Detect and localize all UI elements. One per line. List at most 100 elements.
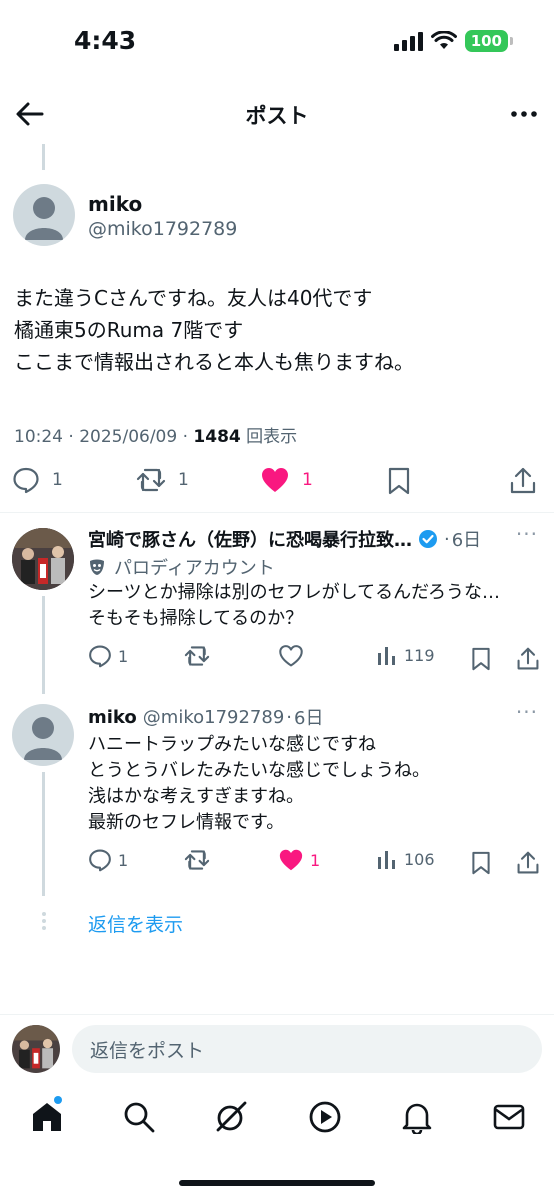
reply-icon	[13, 467, 39, 494]
like-button[interactable]: 1	[260, 466, 313, 494]
status-icons: 100	[393, 30, 514, 52]
avatar[interactable]	[12, 1025, 60, 1073]
view-label[interactable]: 回表示	[246, 427, 297, 447]
post-meta: 10:24 · 2025/06/09 · 1484 回表示	[14, 422, 297, 447]
parody-label: パロディアカウント	[88, 554, 275, 580]
verified-badge-icon	[419, 530, 437, 548]
analytics-bar-icon	[378, 647, 395, 665]
reply-button[interactable]: 1	[88, 848, 128, 872]
author-name[interactable]: miko	[88, 192, 142, 216]
heart-filled-icon	[262, 468, 288, 492]
thread-connector-line	[42, 144, 45, 170]
avatar[interactable]	[12, 528, 74, 590]
view-count: 1484	[193, 427, 241, 447]
reply-text-line: ハニートラップみたいな感じですね	[88, 734, 376, 755]
reply-header: 宮崎で豚さん（佐野）に恐喝暴行拉致… · 6日	[88, 526, 481, 552]
post-text-line: また違うCさんですね。友人は40代です	[14, 286, 373, 310]
reply-count: 1	[118, 850, 129, 870]
post-age: 6日	[294, 708, 324, 729]
reply-text: シーツとか掃除は別のセフレがしてるんだろうな… そもそも掃除してるのか？	[88, 580, 500, 632]
video-play-icon[interactable]	[308, 1100, 342, 1134]
reply-count: 1	[52, 470, 63, 490]
home-indicator	[179, 1180, 375, 1186]
bookmark-icon[interactable]	[470, 646, 492, 672]
repost-button[interactable]	[184, 644, 210, 668]
parody-account-text: パロディアカウント	[114, 558, 275, 579]
post-text-line: 橘通東5のRuma 7階です	[14, 318, 244, 342]
repost-button[interactable]	[184, 848, 210, 872]
view-count: 106	[404, 849, 435, 869]
analytics-bar-icon	[378, 851, 395, 869]
thread-connector-line	[42, 772, 45, 896]
home-icon[interactable]	[30, 1100, 64, 1134]
post-age: 6日	[451, 530, 482, 551]
author-handle[interactable]: @miko1792789	[143, 707, 285, 728]
status-bar: 4:43 100	[0, 0, 554, 80]
like-button[interactable]: 1	[278, 848, 320, 872]
post-text: また違うCさんですね。友人は40代です 橘通東5のRuma 7階です ここまで情…	[14, 282, 414, 378]
repost-button[interactable]: 1	[136, 466, 189, 494]
like-count: 1	[310, 850, 321, 870]
reply-text-line: 浅はかな考えすぎますね。	[88, 786, 304, 807]
share-icon[interactable]	[516, 646, 540, 672]
post-text-line: ここまで情報出されると本人も焦りますね。	[14, 350, 414, 374]
share-icon[interactable]	[516, 850, 540, 876]
views-button[interactable]: 106	[376, 848, 435, 870]
divider	[0, 512, 554, 513]
notification-dot	[54, 1096, 62, 1104]
more-options-icon[interactable]: ···	[516, 700, 538, 724]
repost-icon	[184, 850, 210, 870]
reply-header: miko @miko1792789 · 6日	[88, 704, 323, 730]
like-button[interactable]	[278, 644, 304, 668]
repost-icon	[184, 646, 210, 666]
reply-button[interactable]: 1	[12, 466, 63, 494]
photo-avatar-icon	[12, 528, 74, 590]
thread-dots	[42, 912, 46, 933]
signal-icon	[393, 32, 423, 51]
battery-indicator: 100	[464, 30, 514, 52]
bookmark-icon[interactable]	[470, 850, 492, 876]
page-title: ポスト	[245, 104, 309, 128]
bookmark-icon[interactable]	[386, 466, 412, 496]
reply-actions: 1 119	[0, 644, 554, 674]
views-button[interactable]: 119	[376, 644, 435, 666]
heart-filled-icon	[279, 849, 303, 871]
reply-compose-bar: 返信をポスト	[0, 1014, 554, 1084]
reply-icon	[89, 645, 111, 668]
reply-text: ハニートラップみたいな感じですね とうとうバレたみたいな感じでしょうね。 浅はか…	[88, 732, 430, 836]
parody-mask-icon	[90, 559, 104, 575]
reply-icon	[89, 849, 111, 872]
search-icon[interactable]	[122, 1100, 156, 1134]
reply-text-line: シーツとか掃除は別のセフレがしてるんだろうな…	[88, 582, 501, 603]
avatar[interactable]	[12, 704, 74, 766]
repost-count: 1	[178, 470, 189, 490]
reply-input[interactable]: 返信をポスト	[72, 1025, 542, 1073]
author-name[interactable]: 宮崎で豚さん（佐野）に恐喝暴行拉致…	[88, 526, 412, 552]
status-time: 4:43	[74, 26, 137, 55]
avatar[interactable]	[13, 184, 75, 246]
reply-text-line: 最新のセフレ情報です。	[88, 812, 285, 833]
more-options-icon[interactable]	[508, 98, 540, 130]
reply-text-line: とうとうバレたみたいな感じでしょうね。	[88, 760, 430, 781]
more-options-icon[interactable]: ···	[516, 522, 538, 546]
post-timestamp: 10:24 · 2025/06/09 ·	[14, 427, 194, 447]
reply-count: 1	[118, 646, 129, 666]
repost-icon	[136, 468, 166, 492]
notifications-bell-icon[interactable]	[400, 1100, 434, 1134]
author-handle[interactable]: @miko1792789	[88, 218, 237, 240]
grok-icon[interactable]	[214, 1100, 248, 1134]
show-replies-link[interactable]: 返信を表示	[88, 910, 183, 937]
author-name[interactable]: miko	[88, 707, 137, 728]
default-avatar-icon	[25, 197, 63, 240]
bottom-tab-bar	[0, 1086, 554, 1156]
nav-bar: ポスト	[0, 84, 554, 144]
thread-connector-line	[42, 596, 45, 694]
reply-text-line: そもそも掃除してるのか？	[88, 608, 304, 629]
share-icon[interactable]	[509, 466, 537, 496]
photo-avatar-icon	[12, 1025, 60, 1073]
like-count: 1	[302, 470, 313, 490]
view-count: 119	[404, 645, 435, 665]
reply-button[interactable]: 1	[88, 644, 128, 668]
heart-outline-icon	[279, 645, 303, 667]
messages-envelope-icon[interactable]	[492, 1100, 526, 1134]
